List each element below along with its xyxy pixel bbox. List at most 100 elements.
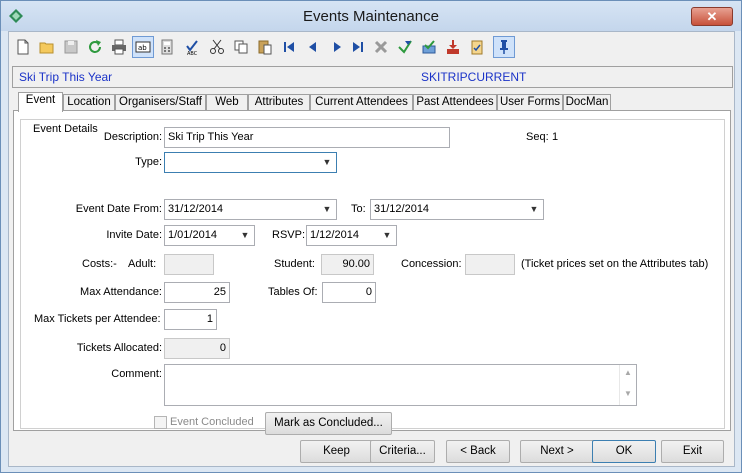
- tickets-allocated-label: Tickets Allocated:: [76, 342, 162, 354]
- tab-user-forms[interactable]: User Forms: [497, 94, 563, 111]
- concession-label: Concession:: [401, 258, 462, 270]
- keep-button[interactable]: Keep: [300, 440, 373, 463]
- event-header: Ski Trip This Year SKITRIPCURRENT: [12, 66, 733, 88]
- toolbar: ab ABC: [9, 32, 734, 64]
- description-input[interactable]: Ski Trip This Year: [164, 127, 450, 148]
- last-record-button[interactable]: [347, 36, 369, 58]
- concession-price-field: [465, 254, 515, 275]
- open-button[interactable]: [36, 36, 58, 58]
- client-area: ab ABC Ski Trip This Year SKITRIPCURRENT…: [8, 31, 735, 467]
- tab-docman[interactable]: DocMan: [563, 94, 611, 111]
- event-date-to-value: 31/12/2014: [374, 203, 430, 215]
- type-label: Type:: [135, 156, 162, 168]
- cut-icon: [210, 39, 224, 54]
- text-field-button[interactable]: ab: [132, 36, 154, 58]
- approve-button[interactable]: [418, 36, 440, 58]
- delete-button[interactable]: [370, 36, 392, 58]
- event-date-from-value: 31/12/2014: [168, 203, 224, 215]
- ok-button[interactable]: OK: [592, 440, 656, 463]
- chevron-down-icon[interactable]: ▼: [321, 200, 333, 219]
- tab-attributes[interactable]: Attributes: [248, 94, 310, 111]
- print-icon: [112, 39, 126, 55]
- tab-past-attendees[interactable]: Past Attendees: [413, 94, 497, 111]
- event-concluded-checkbox[interactable]: [154, 416, 167, 429]
- text-field-icon: ab: [135, 41, 151, 53]
- tab-web[interactable]: Web: [206, 94, 248, 111]
- window-title: Events Maintenance: [303, 8, 439, 25]
- costs-label: Costs:-: [82, 258, 117, 270]
- event-date-from-label: Event Date From:: [75, 203, 162, 215]
- tab-current-attendees[interactable]: Current Attendees: [310, 94, 413, 111]
- paste-button[interactable]: [254, 36, 276, 58]
- max-tickets-label: Max Tickets per Attendee:: [34, 313, 161, 325]
- seq-value: 1: [552, 131, 559, 143]
- close-window-button[interactable]: ✕: [691, 7, 733, 26]
- svg-text:ab: ab: [138, 44, 147, 52]
- copy-button[interactable]: [230, 36, 252, 58]
- ticket-prices-note: (Ticket prices set on the Attributes tab…: [521, 258, 709, 270]
- next-button[interactable]: Next >: [520, 440, 594, 463]
- invite-date-picker[interactable]: 1/01/2014 ▼: [164, 225, 255, 246]
- spellcheck-icon: ABC: [186, 40, 198, 55]
- pin-button[interactable]: [493, 36, 515, 58]
- chevron-down-icon[interactable]: ▼: [381, 226, 393, 245]
- max-attendance-input[interactable]: 25: [164, 282, 230, 303]
- event-date-from-picker[interactable]: 31/12/2014 ▼: [164, 199, 337, 220]
- criteria-button[interactable]: Criteria...: [370, 440, 435, 463]
- type-select[interactable]: ▼: [164, 152, 337, 173]
- copy-icon: [234, 40, 248, 54]
- save-icon: [64, 40, 78, 54]
- comment-scrollbar[interactable]: ▲ ▼: [619, 365, 636, 405]
- new-icon: [17, 39, 29, 55]
- scroll-down-icon[interactable]: ▼: [620, 389, 636, 398]
- svg-text:ABC: ABC: [187, 51, 198, 55]
- clipboard-check-button[interactable]: [466, 36, 488, 58]
- print-button[interactable]: [108, 36, 130, 58]
- description-label: Description:: [103, 131, 162, 143]
- tab-organisers-staff[interactable]: Organisers/Staff: [115, 94, 206, 111]
- event-tab-panel: Event Details Description: Ski Trip This…: [13, 110, 731, 435]
- invite-date-label: Invite Date:: [106, 229, 162, 241]
- paste-icon: [258, 40, 272, 55]
- clipboard-check-icon: [471, 40, 483, 55]
- new-button[interactable]: [12, 36, 34, 58]
- max-tickets-input[interactable]: 1: [164, 309, 217, 330]
- scroll-up-icon[interactable]: ▲: [620, 368, 636, 377]
- first-record-button[interactable]: [278, 36, 300, 58]
- next-record-button[interactable]: [326, 36, 348, 58]
- send-button[interactable]: [394, 36, 416, 58]
- last-record-icon: [353, 42, 363, 52]
- save-button[interactable]: [60, 36, 82, 58]
- calculator-button[interactable]: [156, 36, 178, 58]
- exit-button[interactable]: Exit: [661, 440, 724, 463]
- mark-as-concluded-button[interactable]: Mark as Concluded...: [265, 412, 392, 435]
- tab-event[interactable]: Event: [18, 92, 63, 112]
- invite-date-value: 1/01/2014: [168, 229, 217, 241]
- chevron-down-icon[interactable]: ▼: [239, 226, 251, 245]
- adult-price-field: [164, 254, 214, 275]
- max-attendance-label: Max Attendance:: [80, 286, 162, 298]
- open-icon: [39, 42, 54, 54]
- previous-record-button[interactable]: [302, 36, 324, 58]
- event-code-header: SKITRIPCURRENT: [421, 70, 527, 84]
- chevron-down-icon[interactable]: ▼: [321, 153, 333, 172]
- approve-icon: [422, 40, 436, 54]
- download-icon: [447, 40, 459, 54]
- tab-location[interactable]: Location: [63, 94, 115, 111]
- tables-of-input[interactable]: 0: [322, 282, 376, 303]
- chevron-down-icon[interactable]: ▼: [528, 200, 540, 219]
- download-button[interactable]: [442, 36, 464, 58]
- events-maintenance-window: Events Maintenance ✕ ab ABC Ski Trip Thi…: [0, 0, 742, 473]
- event-name-header: Ski Trip This Year: [19, 70, 113, 84]
- spellcheck-button[interactable]: ABC: [182, 36, 204, 58]
- tickets-allocated-field: 0: [164, 338, 230, 359]
- adult-label: Adult:: [128, 258, 157, 270]
- rsvp-date-picker[interactable]: 1/12/2014 ▼: [306, 225, 397, 246]
- comment-textarea[interactable]: ▲ ▼: [164, 364, 637, 406]
- cut-button[interactable]: [206, 36, 228, 58]
- event-date-to-picker[interactable]: 31/12/2014 ▼: [370, 199, 544, 220]
- next-record-icon: [334, 42, 341, 52]
- refresh-button[interactable]: [84, 36, 106, 58]
- event-concluded-label: Event Concluded: [170, 416, 254, 428]
- back-button[interactable]: < Back: [446, 440, 510, 463]
